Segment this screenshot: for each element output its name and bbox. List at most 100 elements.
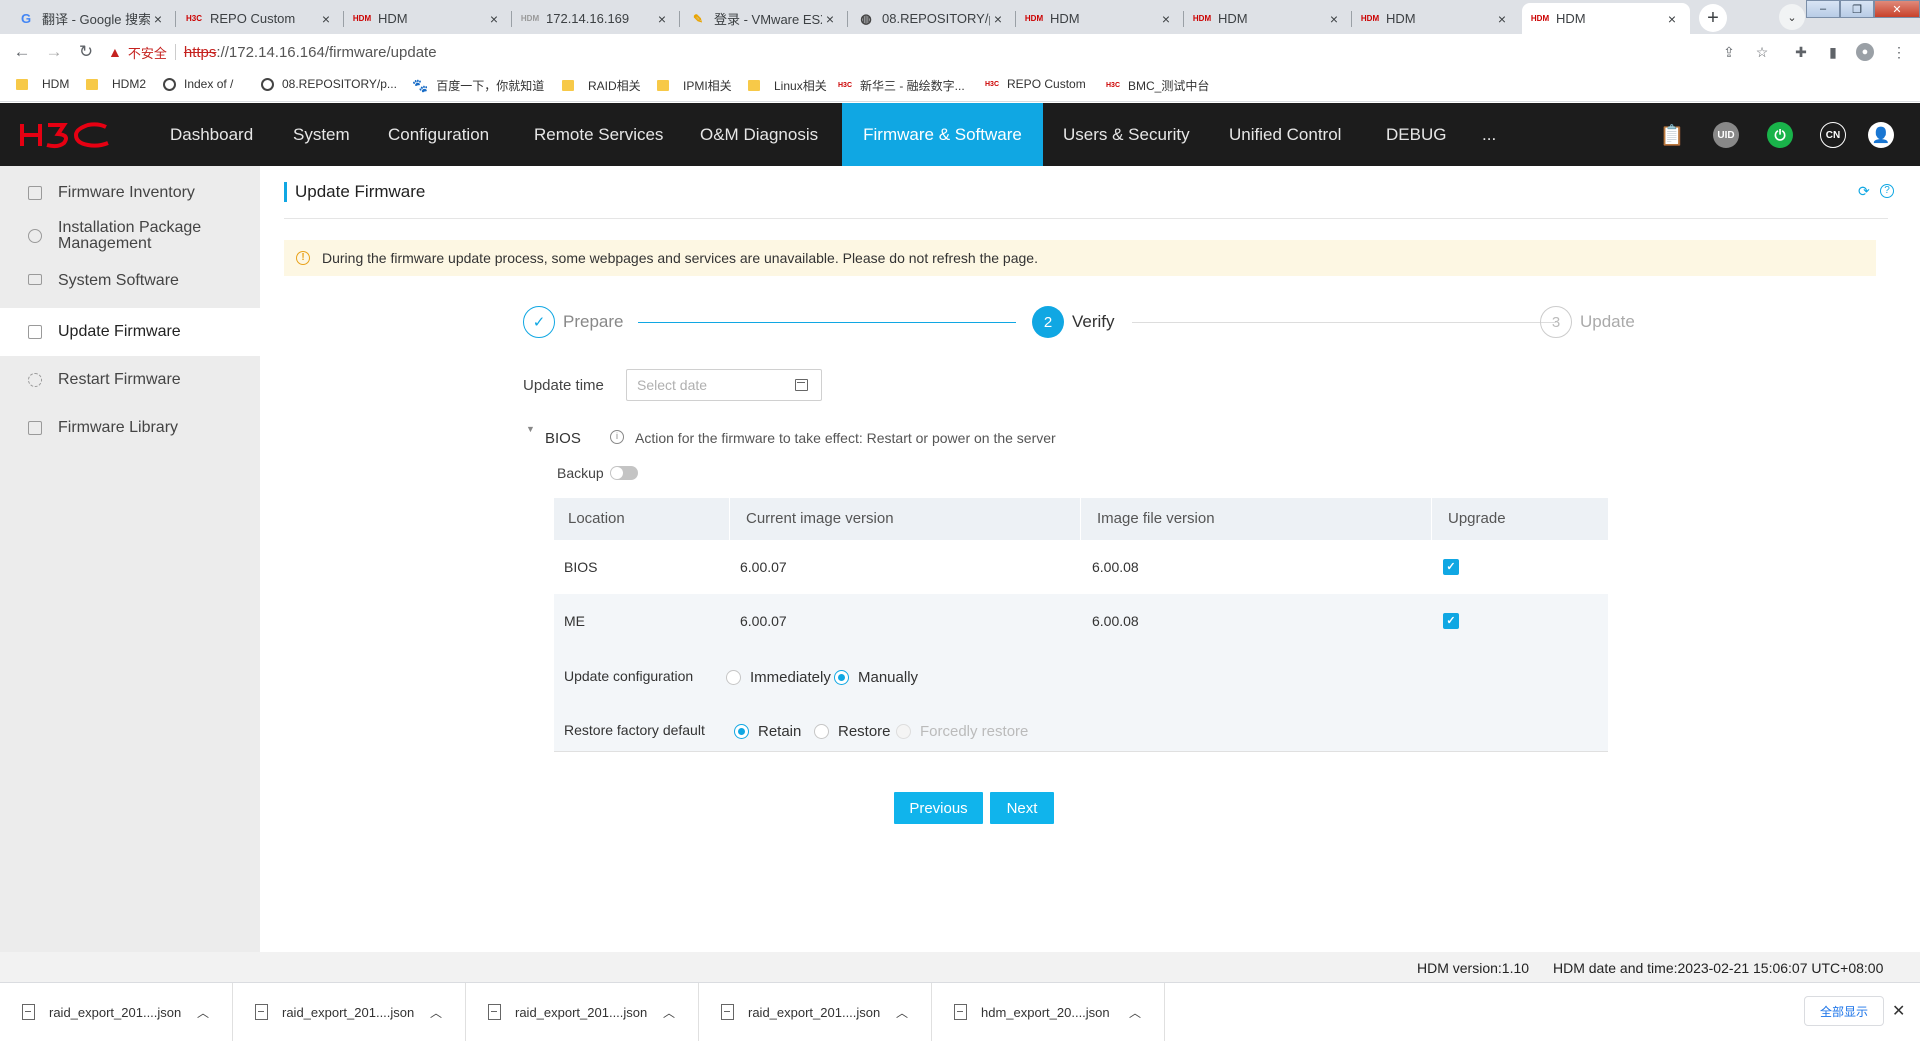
new-tab-button[interactable]: +: [1699, 4, 1727, 32]
sidebar-item-update-firmware[interactable]: Update Firmware: [0, 308, 260, 356]
share-icon[interactable]: ⇪: [1720, 43, 1738, 61]
nav-unified-control[interactable]: Unified Control: [1209, 103, 1361, 166]
reload-button[interactable]: ↻: [74, 40, 98, 64]
language-icon[interactable]: CN: [1820, 122, 1846, 148]
download-item[interactable]: raid_export_201....json ︿: [466, 983, 699, 1041]
side-panel-icon[interactable]: ▮: [1824, 43, 1842, 61]
nav-system[interactable]: System: [273, 103, 370, 166]
refresh-icon[interactable]: ⟳: [1858, 184, 1872, 198]
sidebar-item-system-software[interactable]: System Software: [0, 262, 260, 300]
update-time-input[interactable]: [637, 376, 787, 394]
radio-retain[interactable]: [734, 724, 749, 739]
tab-close-icon[interactable]: ×: [318, 11, 334, 27]
chevron-up-icon[interactable]: ︿: [1129, 1004, 1141, 1021]
back-button[interactable]: ←: [10, 40, 34, 64]
star-icon[interactable]: ☆: [1753, 43, 1771, 61]
maximize-button[interactable]: ❐: [1840, 0, 1874, 18]
forward-button[interactable]: →: [42, 40, 66, 64]
upgrade-checkbox[interactable]: ✓: [1443, 613, 1459, 629]
browser-tab[interactable]: H3C REPO Custom ×: [176, 3, 344, 34]
browser-tab[interactable]: ✎ 登录 - VMware ESXi ×: [680, 3, 848, 34]
nav-dashboard[interactable]: Dashboard: [150, 103, 273, 166]
tab-close-icon[interactable]: ×: [1326, 11, 1342, 27]
user-avatar-icon[interactable]: 👤: [1868, 122, 1894, 148]
calendar-icon[interactable]: [795, 379, 808, 391]
browser-tab[interactable]: HDM HDM ×: [1352, 3, 1520, 34]
tab-search-button[interactable]: ⌄: [1779, 4, 1805, 30]
browser-tab[interactable]: HDM 172.14.16.169 ×: [512, 3, 680, 34]
browser-tab[interactable]: HDM HDM ×: [1184, 3, 1352, 34]
radio-manually[interactable]: [834, 670, 849, 685]
window-close-button[interactable]: ✕: [1874, 0, 1920, 18]
download-item[interactable]: raid_export_201....json ︿: [233, 983, 466, 1041]
browser-tab[interactable]: HDM HDM ×: [344, 3, 512, 34]
bookmark[interactable]: Linux相关: [748, 77, 827, 94]
radio-label-restore[interactable]: Restore: [838, 723, 891, 740]
browser-tab-active[interactable]: HDM HDM ×: [1522, 3, 1690, 34]
bookmark[interactable]: HDM2: [86, 77, 146, 91]
next-button[interactable]: Next: [990, 792, 1054, 824]
nav-debug[interactable]: DEBUG: [1366, 103, 1466, 166]
help-icon[interactable]: ?: [1880, 184, 1894, 198]
bookmark[interactable]: Index of /: [163, 77, 233, 91]
chevron-up-icon[interactable]: ︿: [430, 1004, 442, 1021]
uid-icon[interactable]: UID: [1713, 122, 1739, 148]
nav-more[interactable]: ...: [1462, 103, 1516, 166]
tab-close-icon[interactable]: ×: [486, 11, 502, 27]
bookmark[interactable]: 08.REPOSITORY/p...: [261, 77, 397, 91]
tab-close-icon[interactable]: ×: [822, 11, 838, 27]
sidebar-item-firmware-inventory[interactable]: Firmware Inventory: [0, 174, 260, 212]
tab-close-icon[interactable]: ×: [1664, 11, 1680, 27]
bookmark[interactable]: H3C BMC_测试中台: [1106, 77, 1209, 94]
minimize-button[interactable]: –: [1806, 0, 1840, 18]
previous-button[interactable]: Previous: [894, 792, 983, 824]
bookmark[interactable]: H3C 新华三 - 融绘数字...: [838, 77, 965, 94]
browser-tab[interactable]: G 翻译 - Google 搜索 ×: [8, 3, 176, 34]
radio-restore[interactable]: [814, 724, 829, 739]
radio-immediately[interactable]: [726, 670, 741, 685]
nav-configuration[interactable]: Configuration: [368, 103, 509, 166]
radio-label-manually[interactable]: Manually: [858, 669, 918, 686]
browser-tab[interactable]: HDM HDM ×: [1016, 3, 1184, 34]
nav-firmware-software[interactable]: Firmware & Software: [842, 103, 1043, 166]
chevron-up-icon[interactable]: ︿: [663, 1004, 675, 1021]
tab-close-icon[interactable]: ×: [150, 11, 166, 27]
bookmark[interactable]: RAID相关: [562, 77, 641, 94]
nav-om-diagnosis[interactable]: O&M Diagnosis: [680, 103, 838, 166]
sidebar-item-installation-package[interactable]: Installation Package Management: [0, 214, 260, 258]
bookmark[interactable]: HDM: [16, 77, 69, 91]
column-header: Location: [568, 510, 625, 527]
menu-icon[interactable]: ⋮: [1890, 43, 1908, 61]
profile-icon[interactable]: ●: [1856, 43, 1874, 61]
tab-close-icon[interactable]: ×: [990, 11, 1006, 27]
radio-label-retain[interactable]: Retain: [758, 723, 801, 740]
radio-label-immediately[interactable]: Immediately: [750, 669, 831, 686]
bookmark[interactable]: IPMI相关: [657, 77, 732, 94]
bookmark[interactable]: 🐾 百度一下，你就知道: [412, 77, 544, 94]
update-time-picker[interactable]: [626, 369, 822, 401]
power-icon[interactable]: ⏻: [1767, 122, 1793, 148]
tab-close-icon[interactable]: ×: [1494, 11, 1510, 27]
download-item[interactable]: raid_export_201....json ︿: [0, 983, 233, 1041]
browser-tab[interactable]: ◍ 08.REPOSITORY/p ×: [848, 3, 1016, 34]
show-all-downloads-button[interactable]: 全部显示: [1804, 996, 1884, 1026]
chevron-up-icon[interactable]: ︿: [896, 1004, 908, 1021]
tab-close-icon[interactable]: ×: [654, 11, 670, 27]
download-item[interactable]: raid_export_201....json ︿: [699, 983, 932, 1041]
backup-toggle[interactable]: [610, 466, 638, 480]
collapse-caret-icon[interactable]: ▼: [526, 424, 535, 434]
nav-remote-services[interactable]: Remote Services: [514, 103, 683, 166]
sidebar-item-restart-firmware[interactable]: Restart Firmware: [0, 358, 260, 402]
sidebar-item-firmware-library[interactable]: Firmware Library: [0, 406, 260, 450]
bookmark[interactable]: H3C REPO Custom: [985, 77, 1086, 91]
close-downloads-icon[interactable]: ✕: [1892, 1001, 1905, 1021]
address-bar[interactable]: ▲ 不安全 https://172.14.16.164/firmware/upd…: [108, 38, 1768, 66]
extensions-icon[interactable]: ✚: [1792, 43, 1810, 61]
upgrade-checkbox[interactable]: ✓: [1443, 559, 1459, 575]
nav-users-security[interactable]: Users & Security: [1043, 103, 1210, 166]
chevron-up-icon[interactable]: ︿: [197, 1004, 209, 1021]
download-item[interactable]: hdm_export_20....json ︿: [932, 983, 1165, 1041]
tab-close-icon[interactable]: ×: [1158, 11, 1174, 27]
clipboard-icon[interactable]: 📋: [1659, 122, 1685, 148]
cell-location: BIOS: [564, 559, 598, 575]
